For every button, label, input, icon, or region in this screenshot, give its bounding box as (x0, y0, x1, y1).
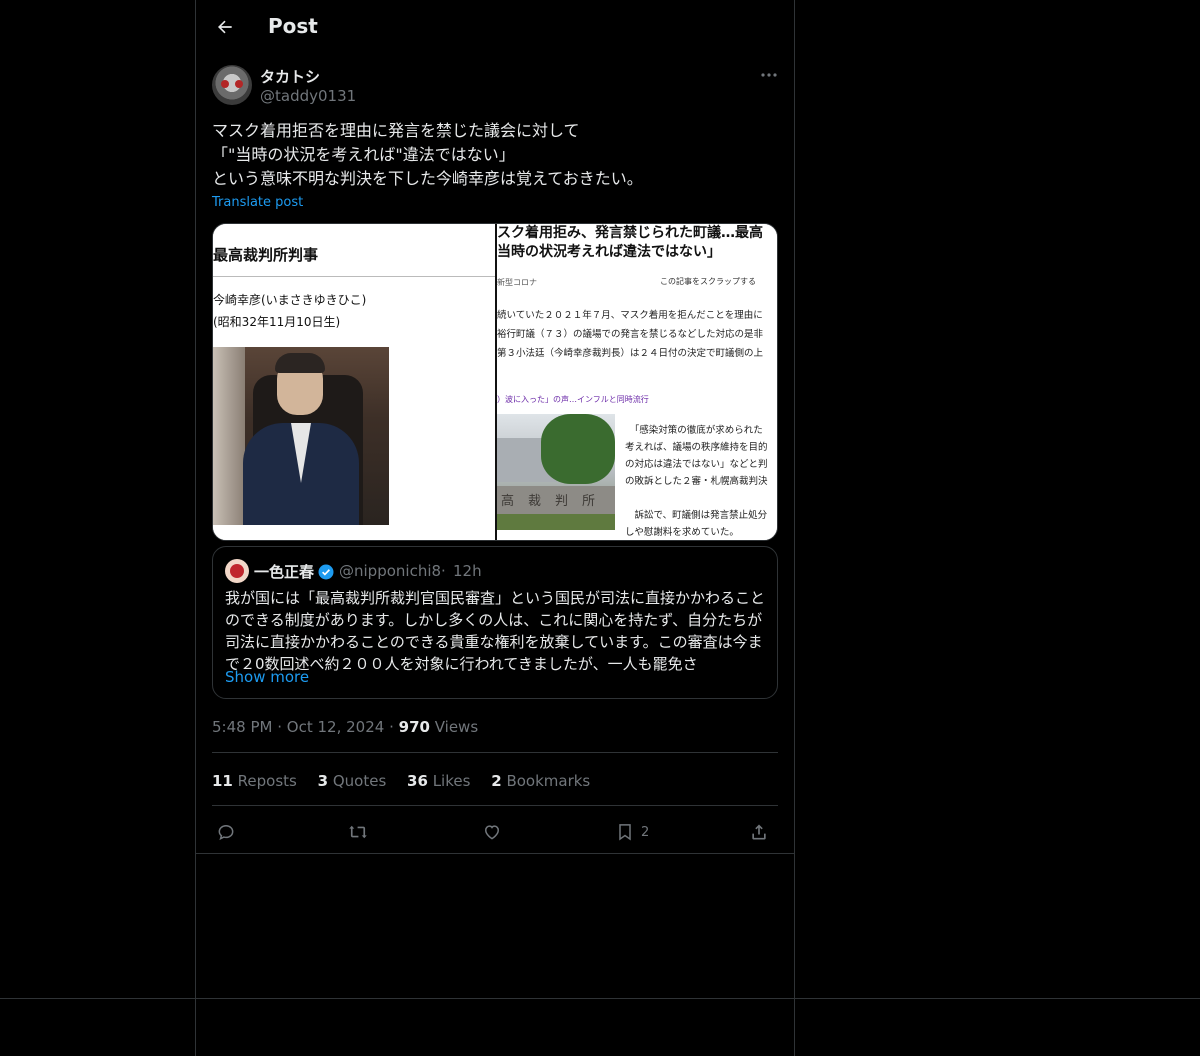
share-icon (752, 824, 766, 840)
stat-likes[interactable]: 36 Likes (407, 772, 470, 790)
stat-count: 3 (317, 772, 329, 790)
quoted-author-avatar[interactable] (225, 559, 249, 583)
heart-icon (484, 825, 500, 840)
court-engraving: 高裁判所 (501, 494, 610, 509)
meta-separator: · (389, 718, 394, 736)
show-more-link[interactable]: Show more (225, 668, 309, 686)
media-left-birth: (昭和32年11月10日生) (213, 315, 341, 329)
author-name[interactable]: タカトシ (260, 66, 320, 87)
back-button[interactable] (210, 12, 240, 42)
media-image-right[interactable]: スク着用拒み、発言禁じられた町議…最高 当時の状況考えれば違法ではない」 新型コ… (497, 224, 777, 540)
reply-button[interactable] (216, 816, 236, 848)
main-column: Post タカトシ @taddy0131 マスク着用拒否を理由に発言を禁じた議会… (195, 0, 795, 1056)
arrow-left-icon (218, 20, 232, 34)
media-left-rule (213, 276, 495, 277)
photo-detail (275, 353, 325, 373)
stat-count: 11 (212, 772, 233, 790)
stat-reposts[interactable]: 11 Reposts (212, 772, 297, 790)
post-header: Post (196, 0, 794, 54)
post-media[interactable]: 最高裁判所判事 今崎幸彦(いまさきゆきひこ) (昭和32年11月10日生) スク… (212, 223, 778, 541)
post-time[interactable]: 5:48 PM (212, 718, 272, 736)
bottom-divider (0, 998, 1200, 999)
article-quote: 「感染対策の徹底が求められた 考えれば、議場の秩序維持を目的 の対応は違法ではな… (625, 425, 768, 487)
translate-post-link[interactable]: Translate post (212, 195, 303, 210)
avatar-detail (230, 564, 244, 578)
judge-portrait-photo (213, 347, 389, 525)
photo-detail (497, 514, 615, 530)
quoted-separator: · (441, 562, 446, 580)
article-related-link: ）波に入った」の声…インフルと同時流行 (497, 395, 649, 404)
repost-button[interactable] (348, 816, 368, 848)
bookmark-icon (619, 824, 631, 841)
stat-count: 36 (407, 772, 428, 790)
stat-label: Reposts (237, 772, 297, 790)
post-text: マスク着用拒否を理由に発言を禁じた議会に対して 「"当時の状況を考えれば"違法で… (212, 121, 643, 188)
views-label: Views (434, 718, 479, 736)
article-headline: スク着用拒み、発言禁じられた町議…最高 当時の状況考えれば違法ではない」 (497, 225, 763, 260)
divider (212, 805, 778, 806)
bookmark-count: 2 (641, 824, 650, 840)
article-paragraph: 続いていた２０２１年７月、マスク着用を拒んだことを理由に 裕行町議（７３）の議場… (497, 310, 764, 359)
bookmark-button[interactable]: 2 (615, 816, 649, 848)
stat-quotes[interactable]: 3 Quotes (318, 772, 387, 790)
article-category: 新型コロナ (497, 278, 537, 287)
quoted-text: 我が国には「最高裁判所裁判官国民審査」という国民が司法に直接かかわることのできる… (225, 589, 766, 673)
photo-detail (541, 414, 615, 484)
quoted-author-handle[interactable]: @nipponichi8 (339, 562, 441, 580)
quoted-author-name[interactable]: 一色正春 (254, 561, 314, 582)
media-image-left[interactable]: 最高裁判所判事 今崎幸彦(いまさきゆきひこ) (昭和32年11月10日生) (213, 224, 495, 540)
post-meta: 5:48 PM · Oct 12, 2024 · 970 Views (212, 718, 478, 736)
post-date[interactable]: Oct 12, 2024 (287, 718, 385, 736)
divider (196, 853, 794, 854)
divider (212, 752, 778, 753)
stat-bookmarks[interactable]: 2 Bookmarks (491, 772, 590, 790)
reply-icon (218, 824, 234, 841)
quoted-timestamp[interactable]: 12h (453, 562, 482, 580)
like-button[interactable] (482, 816, 502, 848)
page-title: Post (268, 14, 318, 38)
meta-separator: · (277, 718, 283, 736)
verified-badge-icon (318, 564, 334, 580)
avatar-detail (221, 80, 229, 88)
author-handle[interactable]: @taddy0131 (260, 87, 356, 105)
stat-label: Likes (432, 772, 471, 790)
share-button[interactable] (749, 816, 769, 848)
stat-label: Quotes (332, 772, 387, 790)
media-left-name: 今崎幸彦(いまさきゆきひこ) (213, 293, 367, 307)
media-left-title: 最高裁判所判事 (213, 246, 319, 264)
court-building-photo: 高裁判所 (497, 414, 615, 530)
engagement-stats: 11 Reposts 3 Quotes 36 Likes 2 Bookmarks (212, 772, 606, 790)
stat-label: Bookmarks (506, 772, 591, 790)
quoted-post[interactable]: 一色正春 @nipponichi8 · 12h 我が国には「最高裁判所裁判官国民… (212, 546, 778, 699)
author-avatar[interactable] (212, 65, 252, 105)
repost-icon (349, 825, 367, 839)
article-scrap-label: この記事をスクラップする (660, 277, 756, 286)
more-horizontal-icon (761, 73, 777, 77)
views-count: 970 (398, 718, 430, 736)
photo-detail (213, 347, 245, 525)
more-options-button[interactable] (756, 64, 782, 86)
article-last-paragraph: 訴訟で、町議側は発言禁止処分 しや慰謝料を求めていた。 (625, 510, 768, 538)
avatar-detail (235, 80, 243, 88)
action-bar: 2 (212, 816, 778, 848)
stat-count: 2 (491, 772, 502, 790)
